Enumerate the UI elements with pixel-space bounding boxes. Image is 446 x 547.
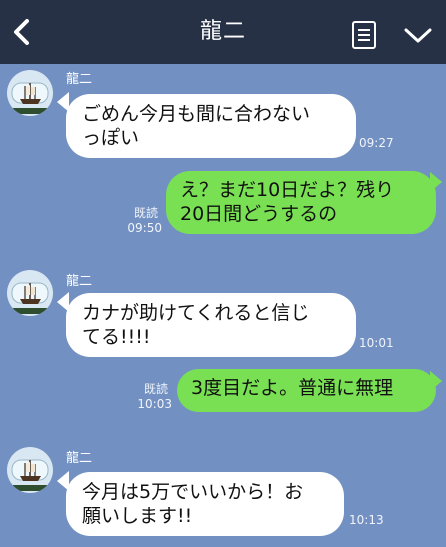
message-time: 10:13 — [349, 513, 384, 527]
chevron-down-icon — [404, 28, 432, 43]
sender-name: 龍二 — [66, 451, 93, 466]
message-bubble[interactable]: 今月は5万でいいから！お 願いします!! — [66, 472, 344, 536]
message-time: 10:03 — [137, 397, 172, 411]
ship-in-bottle-avatar — [7, 70, 53, 116]
message-text: カナが助けてくれると信じ てる!!!! — [82, 302, 310, 348]
collapse-button[interactable] — [401, 24, 435, 46]
menu-list-icon — [352, 21, 376, 49]
avatar[interactable] — [7, 447, 53, 493]
read-status: 既読 — [143, 382, 168, 396]
message-bubble[interactable]: 3度目だよ。普通に無理 — [177, 369, 436, 412]
sender-name: 龍二 — [66, 274, 93, 289]
message-text: え？まだ10日だよ？残り 20日間どうするの — [180, 179, 395, 225]
message-text: 今月は5万でいいから！お 願いします!! — [82, 481, 304, 527]
chat-header: 龍二 — [0, 0, 446, 64]
read-status: 既読 — [133, 206, 158, 220]
ship-in-bottle-avatar — [7, 270, 53, 316]
message-text: ごめん今月も間に合わない っぽい — [82, 103, 311, 149]
avatar[interactable] — [7, 70, 53, 116]
sender-name: 龍二 — [66, 72, 93, 87]
message-text: 3度目だよ。普通に無理 — [191, 377, 394, 399]
ship-in-bottle-avatar — [7, 447, 53, 493]
message-time: 09:27 — [359, 136, 394, 150]
avatar[interactable] — [7, 270, 53, 316]
message-bubble[interactable]: カナが助けてくれると信じ てる!!!! — [66, 293, 356, 357]
menu-button[interactable] — [350, 19, 378, 51]
message-time: 09:50 — [127, 221, 162, 235]
message-bubble[interactable]: え？まだ10日だよ？残り 20日間どうするの — [166, 171, 436, 234]
message-bubble[interactable]: ごめん今月も間に合わない っぽい — [66, 94, 356, 158]
message-time: 10:01 — [359, 336, 394, 350]
chat-title: 龍二 — [199, 19, 246, 44]
